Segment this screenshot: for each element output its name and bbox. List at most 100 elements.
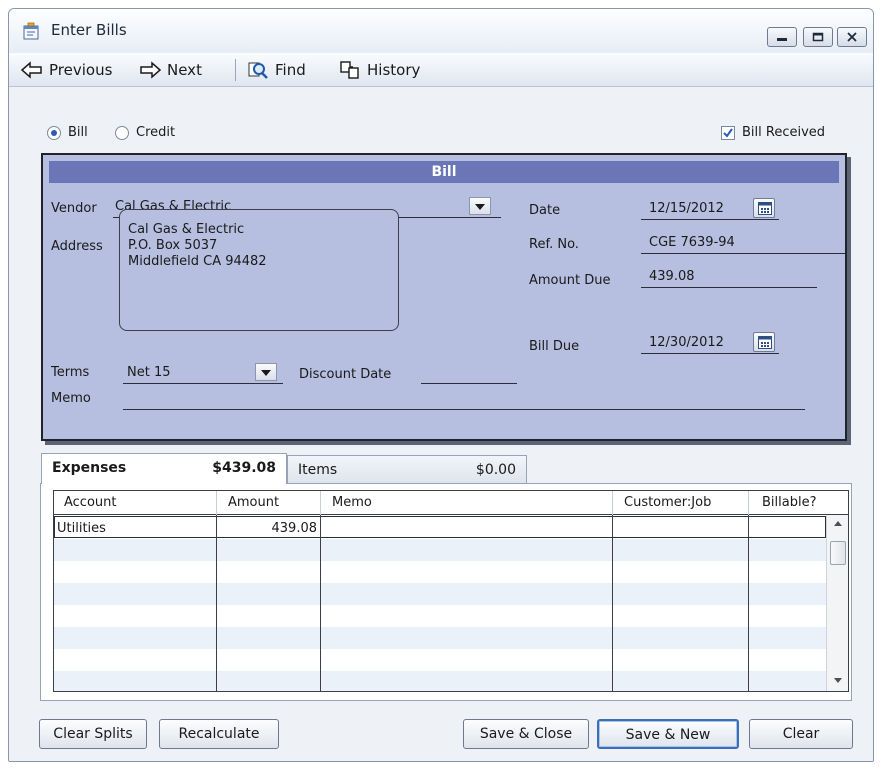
calendar-icon [758,202,772,215]
scroll-down-arrow-icon [834,678,842,683]
toolbar-separator [235,59,236,81]
address-line-2: P.O. Box 5037 [128,238,218,253]
find-button[interactable]: Find [247,59,306,81]
column-divider [216,515,217,691]
bill-form-icon [21,21,41,41]
empty-row[interactable] [54,627,826,649]
column-divider [320,515,321,691]
tab-items-label: Items [298,462,338,478]
discount-date-label: Discount Date [299,367,392,382]
tab-expenses-label: Expenses [52,460,127,476]
grid-header: Account Amount Memo Customer:Job Billabl… [54,491,848,515]
vendor-dropdown-button[interactable] [469,197,491,215]
close-button[interactable] [837,27,867,47]
empty-row[interactable] [54,671,826,691]
discount-date-underline [421,383,517,384]
memo-underline [123,409,805,410]
table-row[interactable]: Utilities 439.08 [54,516,826,538]
bill-panel: Bill Vendor Cal Gas & Electric Address C… [41,153,847,441]
amount-due-underline [641,287,817,288]
column-header-memo[interactable]: Memo [332,495,372,510]
header-divider [612,491,613,515]
scroll-up-button[interactable] [827,515,849,533]
column-header-account[interactable]: Account [64,495,117,510]
next-button[interactable]: Next [139,59,202,81]
vendor-label: Vendor [51,201,97,216]
empty-row[interactable] [54,583,826,605]
radio-selected-icon [47,125,61,140]
history-label: History [367,61,421,79]
form-body: Bill Credit Bill Received Bill Vendor Ca… [9,87,873,761]
empty-row[interactable] [54,561,826,583]
cell-amount[interactable]: 439.08 [217,521,318,536]
address-label: Address [51,239,103,254]
address-line-3: Middlefield CA 94482 [128,254,267,269]
chevron-down-icon [261,370,271,376]
chevron-down-icon [475,204,485,210]
recalculate-button[interactable]: Recalculate [159,719,279,749]
ref-no-label: Ref. No. [529,237,579,252]
amount-due-label: Amount Due [529,273,611,288]
next-label: Next [167,61,202,79]
clear-button[interactable]: Clear [749,719,853,749]
address-line-1: Cal Gas & Electric [128,222,245,237]
credit-radio[interactable]: Credit [115,125,175,140]
toolbar: Previous Next Find History [9,53,873,87]
empty-row[interactable] [54,605,826,627]
close-icon [847,32,857,42]
empty-row[interactable] [54,649,826,671]
terms-field[interactable]: Net 15 [127,365,171,380]
previous-arrow-icon [21,61,42,79]
enter-bills-window: Enter Bills Previous Next Find History B… [8,8,874,762]
maximize-button[interactable] [803,27,833,47]
bill-due-calendar-button[interactable] [753,332,775,352]
tab-expenses[interactable]: Expenses $439.08 [41,453,287,484]
tab-items-amount: $0.00 [475,462,516,478]
date-field[interactable]: 12/15/2012 [649,201,724,216]
expenses-grid-panel: Account Amount Memo Customer:Job Billabl… [40,483,852,701]
column-header-billable[interactable]: Billable? [762,495,816,510]
scroll-down-button[interactable] [827,671,849,689]
bill-due-field[interactable]: 12/30/2012 [649,335,724,350]
find-icon [248,62,268,79]
date-label: Date [529,203,561,218]
header-divider [320,491,321,515]
clear-splits-button[interactable]: Clear Splits [39,719,147,749]
address-field[interactable]: Cal Gas & Electric P.O. Box 5037 Middlef… [119,209,399,331]
column-header-customer-job[interactable]: Customer:Job [624,495,711,510]
minimize-icon [777,38,787,41]
radio-unselected-icon [115,125,129,140]
column-divider [748,515,749,691]
history-icon [340,61,359,79]
save-new-button[interactable]: Save & New [597,719,739,749]
next-arrow-icon [140,61,161,79]
save-close-button[interactable]: Save & Close [463,719,589,749]
column-header-amount[interactable]: Amount [228,495,279,510]
cell-account[interactable]: Utilities [57,521,106,536]
window-title: Enter Bills [51,21,127,39]
history-button[interactable]: History [339,59,420,81]
grid-scrollbar[interactable] [826,515,848,691]
bill-due-label: Bill Due [529,339,580,354]
bill-radio-label: Bill [68,125,88,140]
previous-label: Previous [49,61,113,79]
bill-received-checkbox[interactable]: Bill Received [721,125,825,140]
tab-items[interactable]: Items $0.00 [287,455,527,485]
empty-row[interactable] [54,539,826,561]
maximize-icon [812,32,824,42]
ref-no-field[interactable]: CGE 7639-94 [649,235,735,250]
bill-radio[interactable]: Bill [47,125,88,140]
previous-button[interactable]: Previous [21,59,112,81]
date-calendar-button[interactable] [753,198,775,218]
minimize-button[interactable] [767,27,797,47]
title-bar: Enter Bills [9,9,873,53]
bill-due-underline [641,353,779,354]
amount-due-field[interactable]: 439.08 [649,269,695,284]
tab-expenses-amount: $439.08 [212,460,276,476]
find-label: Find [275,61,306,79]
scroll-thumb[interactable] [830,541,846,565]
terms-dropdown-button[interactable] [255,363,277,381]
checkbox-checked-icon [721,125,735,140]
calendar-icon [758,336,772,349]
date-underline [641,219,779,220]
